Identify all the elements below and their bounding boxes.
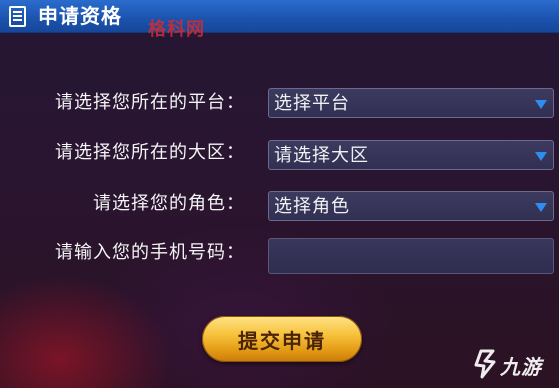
page-title: 申请资格 [38, 4, 122, 28]
9game-logo-icon [474, 349, 496, 379]
header-bar: 申请资格 [0, 0, 559, 33]
region-label: 请选择您所在的大区： [55, 142, 245, 163]
watermark: 格科网 [148, 19, 205, 40]
region-select-value: 请选择大区 [274, 145, 369, 166]
submit-button[interactable]: 提交申请 [202, 316, 362, 362]
chevron-down-icon [535, 100, 547, 109]
region-select[interactable]: 请选择大区 [268, 140, 554, 170]
platform-select[interactable]: 选择平台 [268, 88, 554, 118]
phone-label: 请输入您的手机号码： [55, 242, 245, 263]
brand-text: 九游 [500, 355, 542, 379]
platform-select-value: 选择平台 [274, 93, 350, 114]
phone-input[interactable] [268, 238, 554, 274]
role-select-value: 选择角色 [274, 196, 350, 217]
submit-button-label: 提交申请 [238, 330, 326, 353]
chevron-down-icon [535, 203, 547, 212]
brand-logo: 九游 [470, 345, 554, 383]
chevron-down-icon [535, 152, 547, 161]
platform-label: 请选择您所在的平台： [55, 92, 245, 113]
role-label: 请选择您的角色： [93, 193, 245, 214]
role-select[interactable]: 选择角色 [268, 191, 554, 221]
document-icon [9, 6, 26, 27]
